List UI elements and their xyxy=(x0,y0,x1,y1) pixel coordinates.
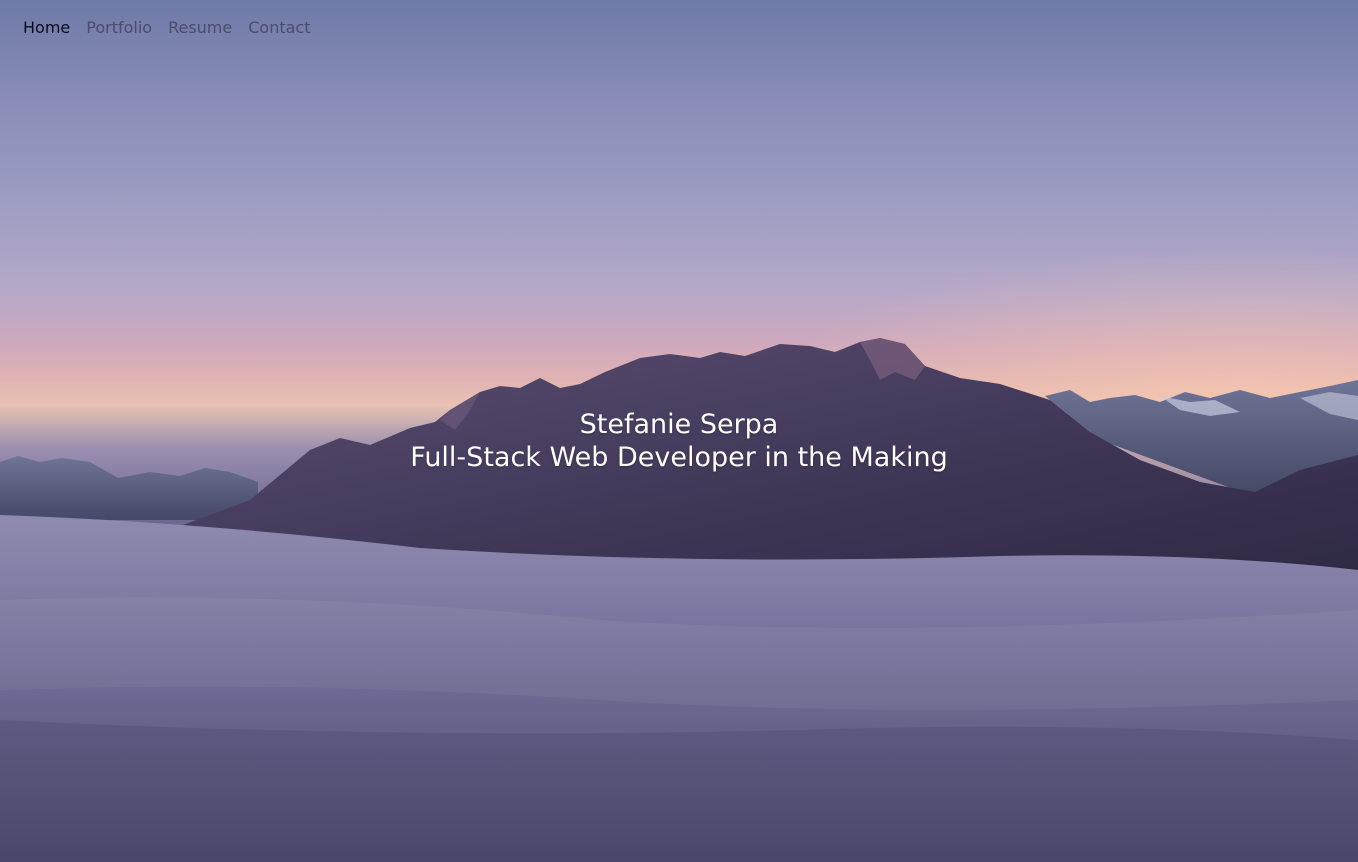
hero-name: Stefanie Serpa xyxy=(579,409,779,440)
hero-headline: Stefanie Serpa Full-Stack Web Developer … xyxy=(0,408,1358,474)
nav-link-home[interactable]: Home xyxy=(23,18,70,37)
hero-tagline: Full-Stack Web Developer in the Making xyxy=(410,442,948,473)
hero-section: Home Portfolio Resume Contact Stefanie S… xyxy=(0,0,1358,862)
nav-link-resume[interactable]: Resume xyxy=(168,18,232,37)
nav-link-portfolio[interactable]: Portfolio xyxy=(86,18,152,37)
nav-link-contact[interactable]: Contact xyxy=(248,18,310,37)
main-nav: Home Portfolio Resume Contact xyxy=(23,18,310,37)
